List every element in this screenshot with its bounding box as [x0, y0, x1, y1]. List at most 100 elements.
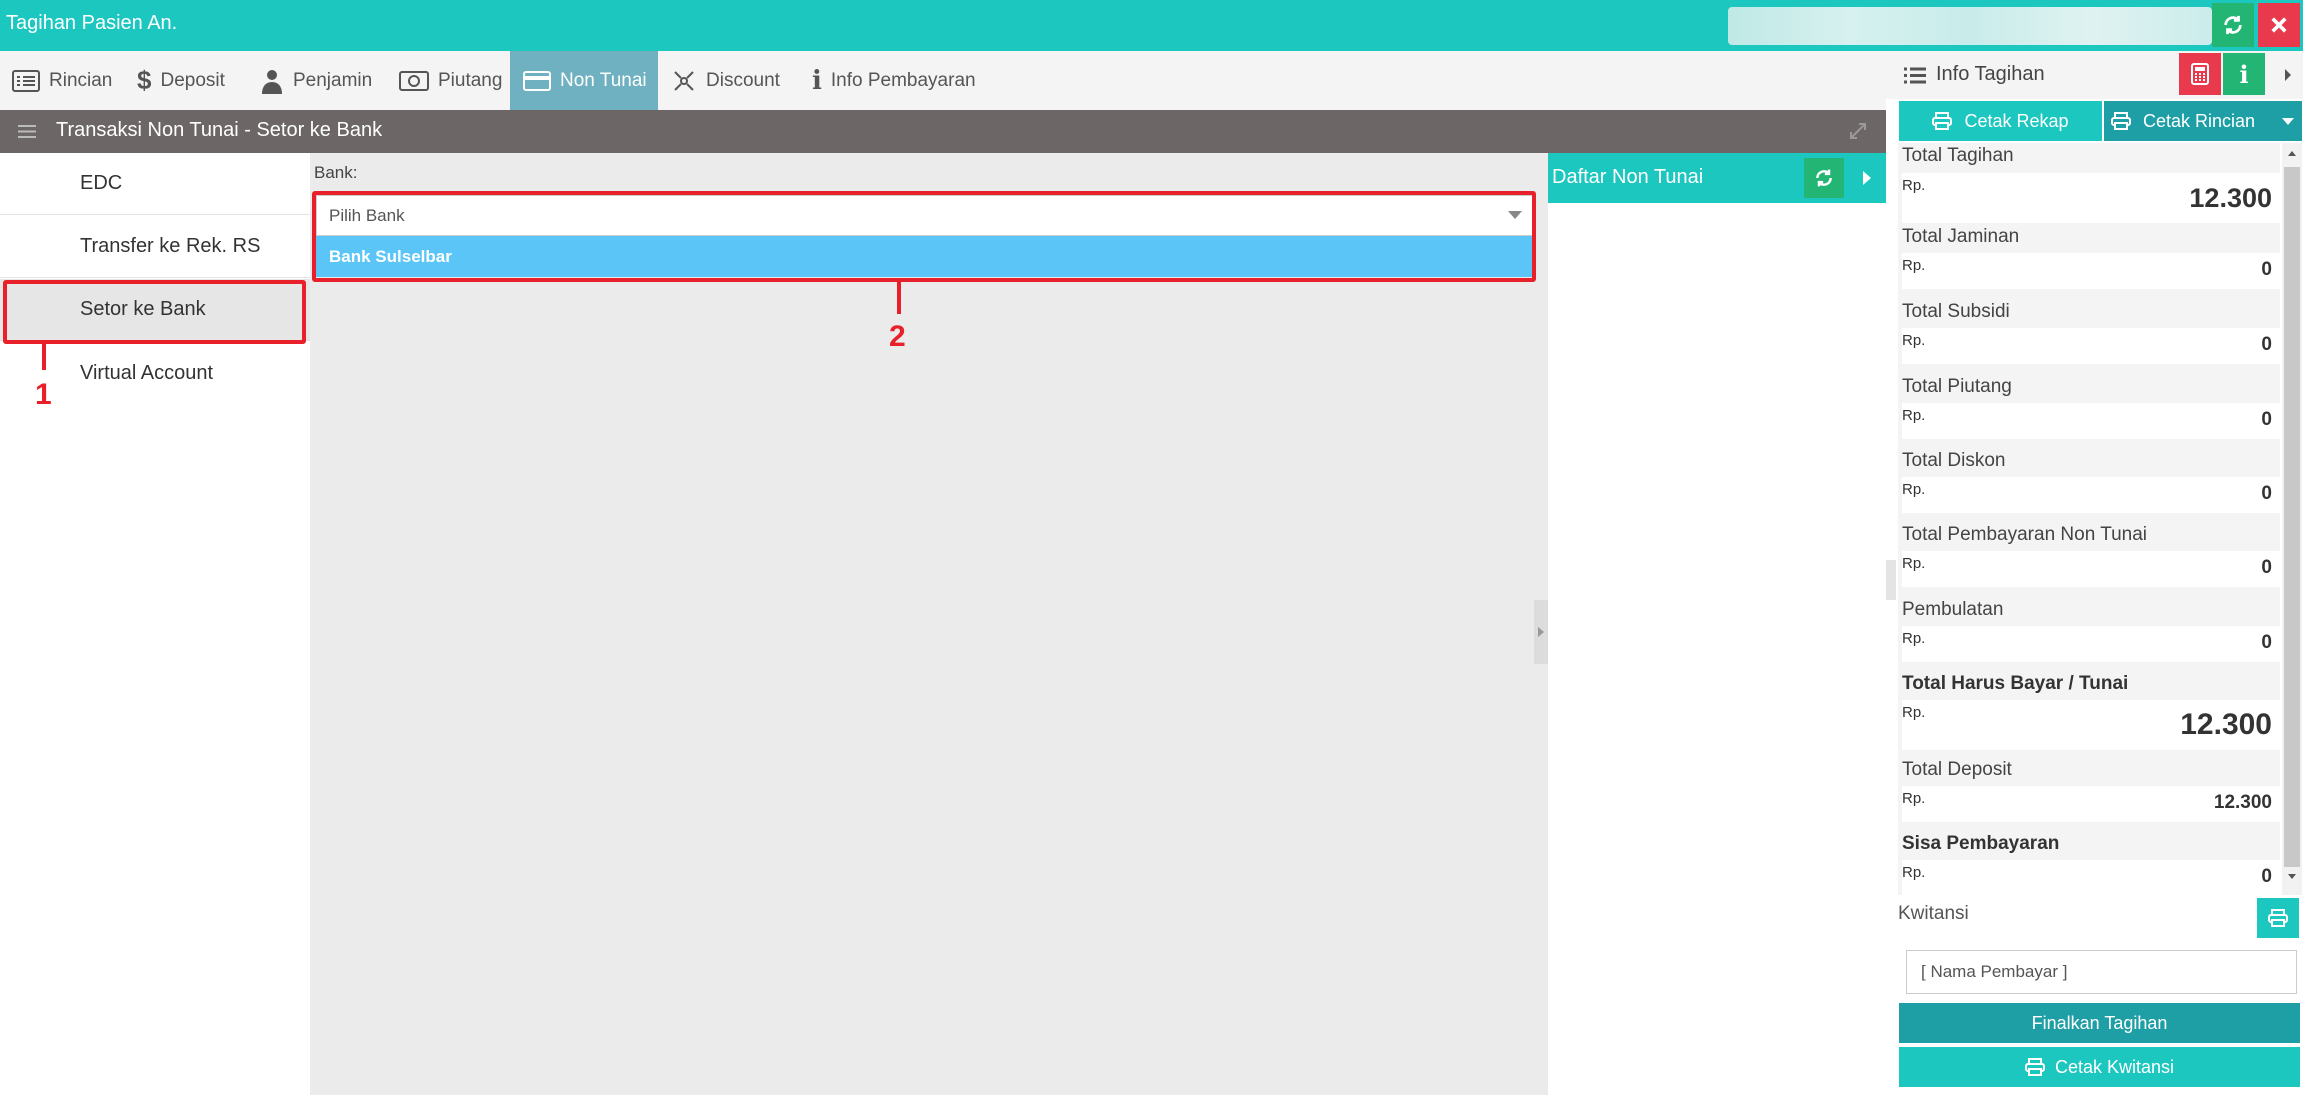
total-piutang-value: Rp. 0	[1902, 403, 2280, 439]
print-receipt-icon-button[interactable]	[2257, 898, 2299, 938]
menu-item-transfer[interactable]: Transfer ke Rek. RS	[0, 216, 310, 278]
tab-deposit[interactable]: $ Deposit	[137, 51, 225, 110]
printer-icon	[2110, 112, 2131, 130]
scroll-up-icon[interactable]	[2287, 149, 2297, 157]
summary-scrollbar[interactable]	[2282, 143, 2302, 895]
total-jaminan-label: Total Jaminan	[1902, 226, 2020, 247]
payer-name-placeholder: [ Nama Pembayar ]	[1921, 962, 2068, 981]
pembulatan-value: Rp. 0	[1902, 626, 2280, 662]
caret-down-icon[interactable]	[2281, 117, 2295, 126]
receipt-label: Kwitansi	[1898, 903, 1969, 924]
panel-collapse-handle[interactable]	[1534, 600, 1548, 664]
discount-icon	[671, 68, 697, 94]
section-title: Transaksi Non Tunai - Setor ke Bank	[56, 119, 383, 141]
menu-item-label: Virtual Account	[80, 361, 214, 384]
tab-label: Deposit	[160, 69, 225, 91]
scroll-down-icon[interactable]	[2287, 873, 2297, 881]
list-panel	[1548, 153, 1886, 1095]
pembulatan-label: Pembulatan	[1902, 599, 2004, 620]
annotation-number-1: 1	[35, 378, 52, 411]
annotation-line-1	[42, 344, 46, 370]
print-detail-button[interactable]: Cetak Rincian	[2104, 101, 2302, 141]
tab-info-pembayaran[interactable]: i Info Pembayaran	[812, 51, 976, 110]
caret-right-icon	[1538, 627, 1544, 637]
section-header: Transaksi Non Tunai - Setor ke Bank	[0, 110, 1886, 153]
payer-name-input[interactable]: [ Nama Pembayar ]	[1906, 950, 2297, 994]
menu-icon[interactable]	[18, 124, 36, 139]
calculator-icon	[2191, 63, 2209, 85]
finalize-bill-label: Finalkan Tagihan	[2031, 1012, 2168, 1033]
info-panel-collapse-handle[interactable]	[1886, 560, 1896, 600]
caret-right-icon[interactable]	[2284, 68, 2292, 82]
tab-label: Piutang	[438, 69, 503, 91]
print-receipt-label: Cetak Kwitansi	[2054, 1056, 2175, 1077]
tab-piutang[interactable]: Piutang	[399, 51, 502, 110]
tab-label: Non Tunai	[560, 69, 647, 91]
refresh-button[interactable]	[2212, 3, 2254, 47]
tab-label: Penjamin	[293, 69, 373, 91]
total-subsidi-value: Rp. 0	[1902, 328, 2280, 364]
menu-item-label: Transfer ke Rek. RS	[80, 235, 261, 257]
total-tagihan-value: Rp. 12.300	[1902, 173, 2280, 223]
total-non-tunai-value: Rp. 0	[1902, 551, 2280, 587]
list-icon	[12, 69, 40, 92]
printer-icon	[1932, 112, 1953, 130]
tab-bar: Rincian $ Deposit Penjamin Piutang Non T…	[0, 51, 1886, 110]
bank-label: Bank:	[314, 163, 358, 182]
info-icon: i	[2239, 59, 2249, 89]
close-icon	[2271, 17, 2287, 33]
card-icon	[523, 70, 551, 91]
tab-label: Rincian	[49, 69, 113, 91]
total-diskon-value: Rp. 0	[1902, 477, 2280, 513]
expand-icon[interactable]	[1849, 122, 1867, 140]
total-harus-bayar-value: Rp. 12.300	[1902, 700, 2280, 750]
title-bar: Tagihan Pasien An.	[0, 0, 2303, 51]
total-jaminan-value: Rp. 0	[1902, 253, 2280, 289]
tab-discount[interactable]: Discount	[671, 51, 780, 110]
refresh-icon	[2224, 15, 2242, 35]
close-button[interactable]	[2258, 3, 2300, 47]
window-title: Tagihan Pasien An.	[6, 12, 178, 34]
refresh-icon	[1816, 169, 1832, 187]
info-button[interactable]: i	[2223, 53, 2265, 95]
finalize-bill-button[interactable]: Finalkan Tagihan	[1899, 1003, 2300, 1043]
print-summary-button[interactable]: Cetak Rekap	[1899, 101, 2102, 141]
list-refresh-button[interactable]	[1804, 158, 1844, 198]
total-harus-bayar-label: Total Harus Bayar / Tunai	[1902, 673, 2129, 694]
dollar-icon: $	[137, 65, 152, 95]
menu-item-label: EDC	[80, 172, 123, 194]
billing-summary: Total Tagihan Rp. 12.300 Total Jaminan Rp…	[1898, 143, 2280, 895]
total-deposit-value: Rp. 12.300	[1902, 786, 2280, 822]
printer-icon	[2024, 1058, 2045, 1076]
scrollbar-thumb[interactable]	[2284, 167, 2300, 867]
list-icon	[1904, 67, 1926, 84]
print-receipt-button[interactable]: Cetak Kwitansi	[1899, 1047, 2300, 1087]
list-panel-title: Daftar Non Tunai	[1552, 166, 1704, 188]
annotation-line-2	[897, 282, 901, 314]
tab-non-tunai[interactable]: Non Tunai	[510, 51, 658, 110]
blurred-patient-name	[1728, 7, 2212, 45]
list-panel-header: Daftar Non Tunai	[1548, 153, 1886, 203]
tab-penjamin[interactable]: Penjamin	[260, 51, 372, 110]
form-panel	[310, 153, 1548, 1095]
total-tagihan-label: Total Tagihan	[1902, 145, 2014, 166]
total-diskon-label: Total Diskon	[1902, 450, 2006, 471]
tab-rincian[interactable]: Rincian	[12, 51, 112, 110]
info-icon: i	[812, 65, 822, 96]
print-summary-label: Cetak Rekap	[1964, 110, 2069, 131]
caret-right-icon[interactable]	[1862, 170, 1872, 186]
tab-label: Info Pembayaran	[830, 69, 976, 91]
total-piutang-label: Total Piutang	[1902, 376, 2012, 397]
annotation-box-1	[3, 280, 306, 344]
annotation-number-2: 2	[889, 320, 906, 353]
print-detail-label: Cetak Rincian	[2142, 110, 2256, 131]
sisa-pembayaran-value: Rp. 0	[1902, 860, 2280, 895]
tab-label: Discount	[706, 69, 780, 91]
info-panel-header: Info Tagihan i	[1886, 51, 2303, 99]
info-panel-title: Info Tagihan	[1936, 63, 2045, 85]
menu-item-edc[interactable]: EDC	[0, 153, 310, 215]
calculator-button[interactable]	[2179, 53, 2221, 95]
money-icon	[399, 70, 429, 91]
person-icon	[260, 68, 284, 94]
total-subsidi-label: Total Subsidi	[1902, 301, 2010, 322]
